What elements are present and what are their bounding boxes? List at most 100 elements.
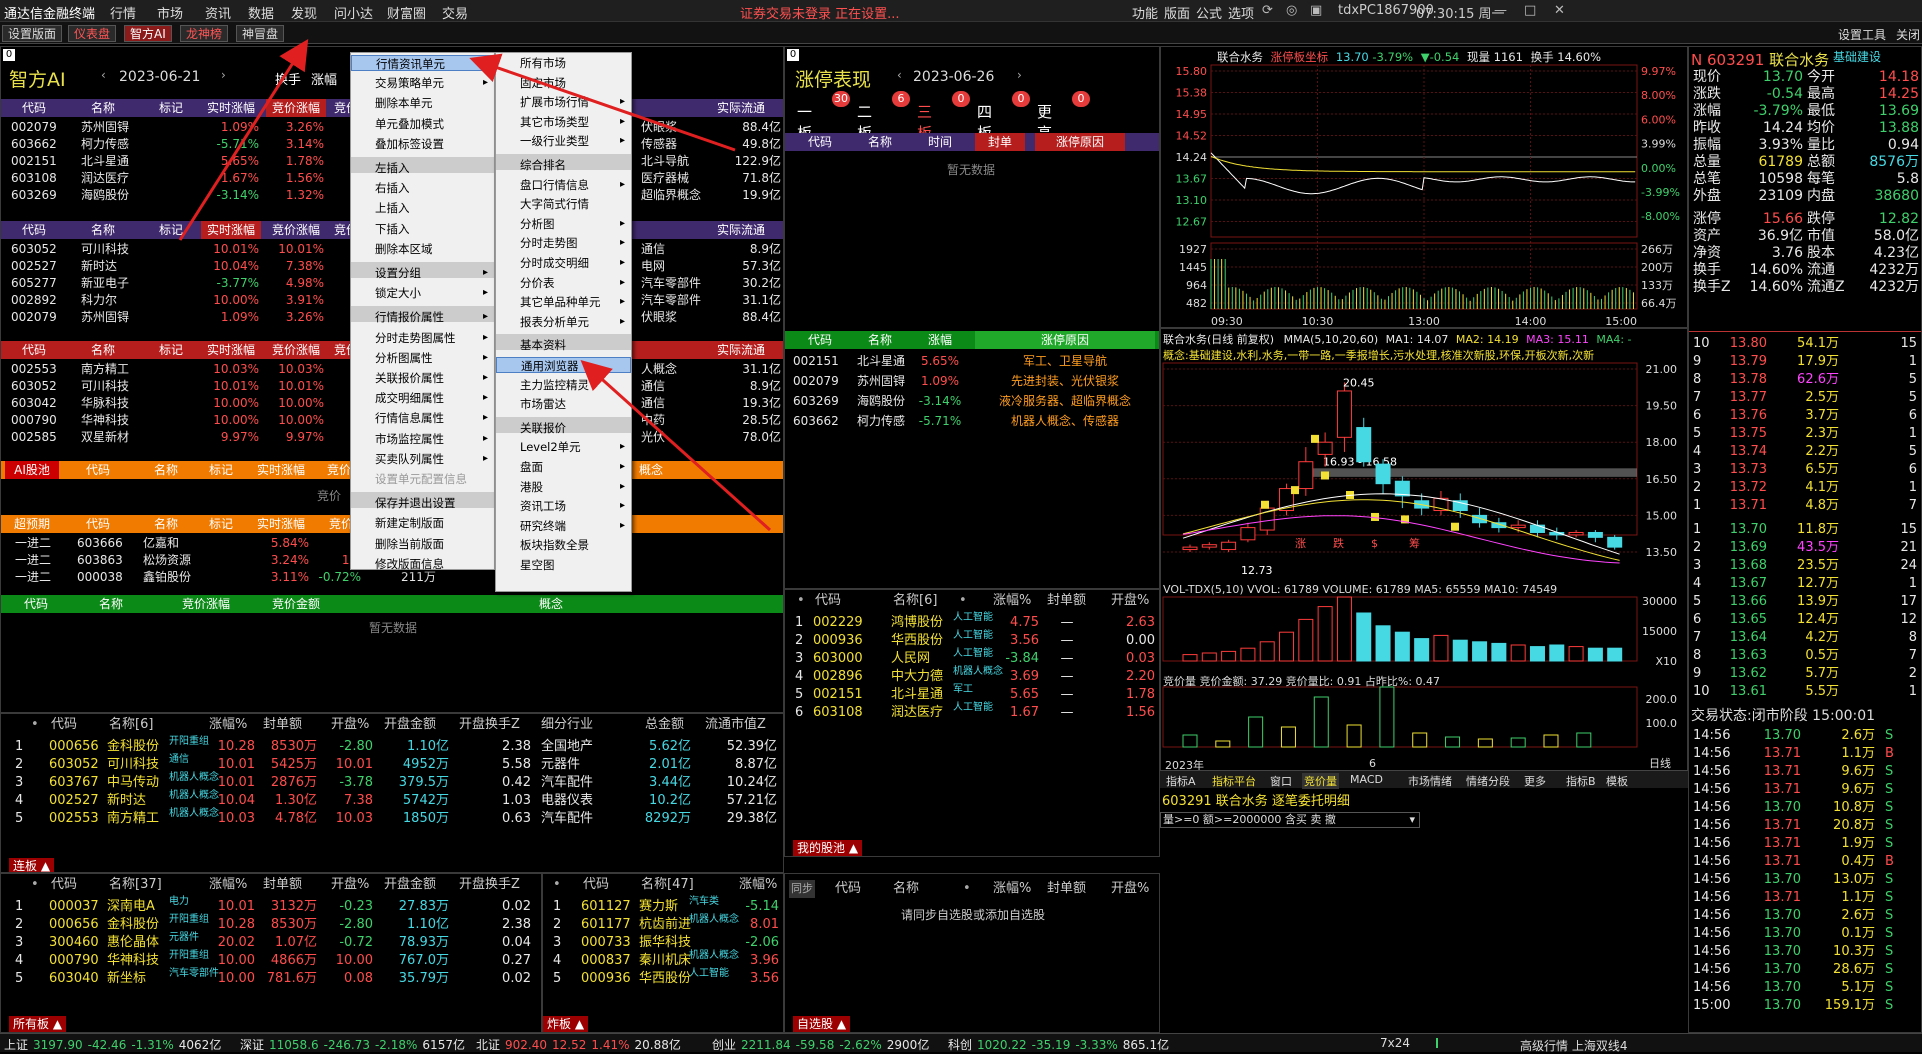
bid-level[interactable]: 9 13.62 5.7万 2 — [1689, 665, 1921, 683]
tab-shenmao[interactable]: 神冒盘 — [236, 25, 285, 42]
menu-item[interactable]: 修改版面信息 — [351, 556, 494, 572]
close-layout-button[interactable]: 关闭 — [1896, 26, 1920, 43]
prev-date-icon[interactable]: ‹ — [101, 68, 106, 82]
menu-item[interactable]: 报表分析单元 — [496, 314, 631, 330]
sync-button[interactable]: 同步 — [789, 880, 815, 898]
menu-gongshi[interactable]: 公式 — [1196, 3, 1222, 22]
menu-caifuquan[interactable]: 财富圈 — [387, 3, 426, 22]
menu-item[interactable]: 上插入 — [351, 200, 494, 216]
ask-level[interactable]: 5 13.75 2.3万 1 — [1689, 425, 1921, 443]
bid-level[interactable]: 8 13.63 0.5万 7 — [1689, 647, 1921, 665]
limit-up-row[interactable]: 002079 苏州固锝 1.09% 先进封装、光伏银浆 — [785, 371, 1159, 391]
menu-item[interactable]: 资讯工场 — [496, 498, 631, 514]
bid-level[interactable]: 7 13.64 4.2万 8 — [1689, 629, 1921, 647]
indicator-tab[interactable]: 指标平台 — [1210, 773, 1258, 789]
bid-level[interactable]: 2 13.69 43.5万 21 — [1689, 539, 1921, 557]
menu-item[interactable]: 单元叠加模式 — [351, 116, 494, 132]
menu-item[interactable]: 港股 — [496, 479, 631, 495]
lock-icon[interactable]: ▣ — [1310, 3, 1322, 18]
intraday-chart[interactable]: 15.80 15.38 14.95 14.52 14.24 13.67 13.10 12.67… — [1161, 47, 1688, 328]
sort-huanshou[interactable]: 换手 — [275, 69, 301, 88]
maximize-icon[interactable]: □ — [1524, 3, 1536, 18]
ask-level[interactable]: 10 13.80 54.1万 15 — [1689, 335, 1921, 353]
menu-item[interactable]: 基本资料 — [496, 337, 631, 353]
x24-label[interactable]: 7x24 — [1380, 1036, 1410, 1050]
tab-dashboard[interactable]: 仪表盘 — [68, 25, 117, 42]
tab-zixuan[interactable]: 自选股 ▲ — [793, 1016, 851, 1032]
menu-item[interactable]: Level2单元 — [496, 439, 631, 455]
limit-up-row[interactable]: 603662 柯力传感 -5.71% 机器人概念、传感器 — [785, 411, 1159, 431]
tab-longshen[interactable]: 龙神榜 — [180, 25, 229, 42]
menu-item[interactable]: 分时走势图属性 — [351, 330, 494, 346]
menu-item[interactable]: 主力监控精灵 — [496, 377, 631, 393]
ask-level[interactable]: 6 13.76 3.7万 6 — [1689, 407, 1921, 425]
menu-shichang[interactable]: 市场 — [157, 3, 183, 22]
indicator-tab[interactable]: 更多 — [1522, 773, 1548, 789]
refresh-icon[interactable]: ⟳ — [1262, 3, 1273, 18]
menu-item[interactable]: 综合排名 — [496, 157, 631, 173]
menu-item[interactable]: 板块指数全景 — [496, 537, 631, 553]
kline-chart[interactable]: 21.0019.5018.0016.5015.0013.5016.93 - 16… — [1161, 329, 1688, 786]
settings-tools-button[interactable]: 设置工具 — [1838, 26, 1886, 43]
zhifang-date[interactable]: 2023-06-21 — [119, 69, 200, 85]
menu-item[interactable]: 右插入 — [351, 180, 494, 196]
indicator-tab[interactable]: 竞价量 — [1302, 773, 1339, 789]
wt-filter[interactable]: 量>=0 额>=2000000 含买 卖 撤 ▾ — [1160, 812, 1420, 828]
menu-item[interactable]: 左插入 — [351, 160, 494, 176]
indicator-tab[interactable]: 指标B — [1566, 773, 1596, 789]
menu-item[interactable]: 设置分组 — [351, 265, 494, 281]
tab-lianban[interactable]: 连板 ▲ — [9, 858, 55, 872]
index-quote[interactable]: 科创 1020.22 -35.19 -3.33% 865.1亿 — [948, 1036, 1169, 1053]
bid-level[interactable]: 5 13.66 13.9万 17 — [1689, 593, 1921, 611]
indicator-tab[interactable]: 指标A — [1164, 773, 1198, 789]
menu-item[interactable]: 保存并退出设置 — [351, 495, 494, 511]
bid-level[interactable]: 6 13.65 12.4万 12 — [1689, 611, 1921, 629]
menu-item[interactable]: 其它单品种单元 — [496, 294, 631, 310]
menu-item[interactable]: 市场雷达 — [496, 396, 631, 412]
indicator-tab[interactable]: 情绪分段 — [1464, 773, 1512, 789]
tab-zhaban[interactable]: 炸板 ▲ — [543, 1016, 589, 1032]
menu-item[interactable]: 删除本单元 — [351, 95, 494, 111]
menu-item[interactable]: 研究终端 — [496, 518, 631, 534]
ask-level[interactable]: 3 13.73 6.5万 6 — [1689, 461, 1921, 479]
minimize-icon[interactable]: — — [1494, 3, 1507, 18]
menu-hangqing[interactable]: 行情 — [110, 3, 136, 22]
close-icon[interactable]: ✕ — [1554, 3, 1565, 18]
ask-level[interactable]: 1 13.71 4.8万 7 — [1689, 497, 1921, 515]
index-quote[interactable]: 北证 902.40 12.52 1.41% 20.88亿 — [476, 1036, 681, 1053]
menu-item[interactable]: 下插入 — [351, 221, 494, 237]
menu-item[interactable]: 行情资讯单元 — [351, 55, 494, 72]
ask-level[interactable]: 7 13.77 2.5万 5 — [1689, 389, 1921, 407]
limit-up-row[interactable]: 603269 海鸥股份 -3.14% 液冷服务器、超临界概念 — [785, 391, 1159, 411]
ask-level[interactable]: 2 13.72 4.1万 1 — [1689, 479, 1921, 497]
menu-item[interactable]: 交易策略单元 — [351, 75, 494, 91]
index-quote[interactable]: 深证 11058.6 -246.73 -2.18% 6157亿 — [240, 1036, 465, 1053]
menu-item[interactable]: 删除本区域 — [351, 241, 494, 257]
chat-icon[interactable]: ◎ — [1286, 3, 1297, 18]
ask-level[interactable]: 4 13.74 2.2万 5 — [1689, 443, 1921, 461]
menu-item[interactable]: 分时成交明细 — [496, 255, 631, 271]
ask-level[interactable]: 8 13.78 62.6万 5 — [1689, 371, 1921, 389]
indicator-tab[interactable]: MACD — [1348, 773, 1385, 786]
menu-item[interactable]: 分析图属性 — [351, 350, 494, 366]
menu-item[interactable]: 通用浏览器 — [496, 357, 631, 373]
menu-gongneng[interactable]: 功能 — [1132, 3, 1158, 22]
limit-up-row[interactable]: 002151 北斗星通 5.65% 军工、卫星导航 — [785, 351, 1159, 371]
indicator-tab[interactable]: 模板 — [1606, 773, 1628, 789]
menu-item[interactable]: 买卖队列属性 — [351, 451, 494, 467]
menu-item[interactable]: 分价表 — [496, 275, 631, 291]
menu-item[interactable]: 大字简式行情 — [496, 196, 631, 212]
tab-zhifang-ai[interactable]: 智方AI — [124, 25, 172, 42]
menu-item[interactable]: 分时走势图 — [496, 235, 631, 251]
index-quote[interactable]: 上证 3197.90 -42.46 -1.31% 4062亿 — [4, 1036, 221, 1053]
menu-item[interactable]: 锁定大小 — [351, 285, 494, 301]
tab-suoyouban[interactable]: 所有板 ▲ — [9, 1016, 67, 1032]
menu-item[interactable]: 分析图 — [496, 216, 631, 232]
bid-level[interactable]: 4 13.67 12.7万 1 — [1689, 575, 1921, 593]
ask-level[interactable]: 9 13.79 17.9万 1 — [1689, 353, 1921, 371]
bid-level[interactable]: 1 13.70 11.8万 15 — [1689, 521, 1921, 539]
next-date-icon[interactable]: › — [221, 68, 226, 82]
indicator-tab[interactable]: 窗口 — [1268, 773, 1294, 789]
menu-faxian[interactable]: 发现 — [291, 3, 317, 22]
menu-item[interactable]: 删除当前版面 — [351, 536, 494, 552]
